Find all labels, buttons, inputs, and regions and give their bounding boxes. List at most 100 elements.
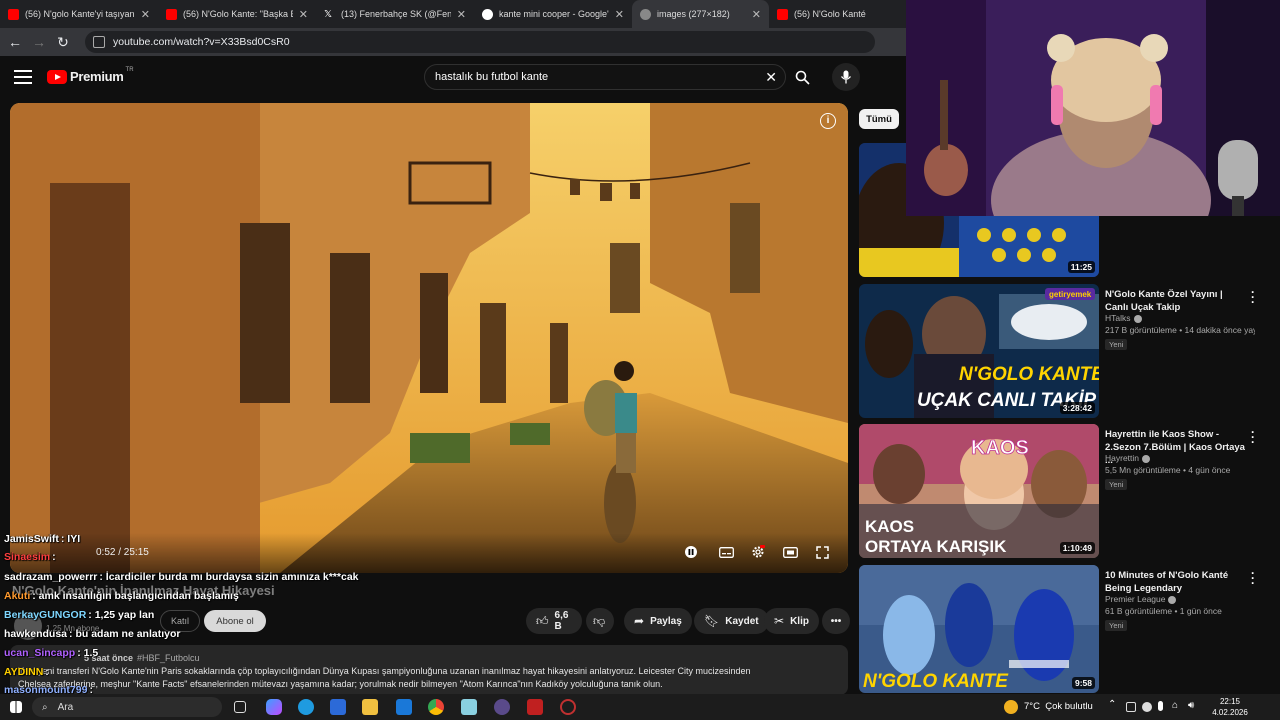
thumbnail-headline: N'GOLO KANTE: [959, 364, 1099, 385]
chat-message: JamisSwift: IYI: [4, 533, 80, 545]
browser-tab[interactable]: (56) N'Golo Kante: "Başka Bir Şe ✕: [158, 0, 316, 28]
save-label: Kaydet: [725, 615, 759, 627]
windows-taskbar: ⌕ Ara 7°C Çok bulutlu ⌃ ⌂ 🔊︎ 22:15 4.02.…: [0, 694, 1280, 720]
subscribe-button[interactable]: Abone ol: [204, 610, 266, 632]
description-box[interactable]: 5 saat önce #HBF_Futbolcu Yeni yeni trans…: [10, 645, 848, 695]
tab-title: images (277×182): [657, 9, 730, 19]
store-icon[interactable]: [330, 699, 346, 715]
description-meta: 5 saat önce #HBF_Futbolcu: [84, 653, 200, 663]
app-icon[interactable]: [560, 699, 576, 715]
video-thumbnail[interactable]: getiryemek N'GOLO KANTE UÇAK CANLI TAKİP…: [859, 284, 1099, 418]
streaming-app-icon[interactable]: [527, 699, 543, 715]
voice-search-button[interactable]: [832, 63, 860, 91]
video-player[interactable]: i 0:52 / 25:15: [10, 103, 848, 573]
tray-app-icon[interactable]: [1142, 702, 1152, 712]
volume-icon[interactable]: 🔊︎: [1188, 700, 1194, 711]
save-button[interactable]: 🔖︎ Kaydet: [694, 608, 769, 634]
tab-close-icon[interactable]: ✕: [299, 8, 308, 21]
recommendation-title[interactable]: 10 Minutes of N'Golo Kanté Being Legenda…: [1105, 569, 1245, 595]
chrome-icon[interactable]: [428, 699, 444, 715]
browser-tab[interactable]: kante mini cooper - Google'da ✕: [474, 0, 632, 28]
theater-mode-icon[interactable]: [781, 544, 799, 560]
channel-name[interactable]: Hayrettin: [1105, 453, 1151, 463]
tab-title: (56) N'golo Kante'yi taşıyan uç: [25, 9, 135, 19]
url-field[interactable]: youtube.com/watch?v=X33Bsd0CsR0: [85, 31, 875, 53]
mail-icon[interactable]: [396, 699, 412, 715]
video-thumbnail[interactable]: KAOS KAOS ORTAYA KARIŞIK 1:10:49: [859, 424, 1099, 558]
more-options-icon[interactable]: · · ·: [1251, 426, 1255, 448]
tray-app-icon[interactable]: [1126, 702, 1136, 712]
info-icon[interactable]: i: [820, 113, 836, 129]
filter-chip-all[interactable]: Tümü: [859, 109, 899, 129]
app-icon[interactable]: [461, 699, 477, 715]
clear-search-icon[interactable]: ✕: [765, 69, 777, 86]
more-options-icon[interactable]: · · ·: [1251, 567, 1255, 589]
share-button[interactable]: ➦ Paylaş: [624, 608, 692, 634]
recommendation-title[interactable]: N'Golo Kante Özel Yayını | Canlı Uçak Ta…: [1105, 288, 1245, 314]
view-stats: 5,5 Mn görüntüleme • 4 gün önce: [1105, 465, 1231, 475]
fullscreen-icon[interactable]: [813, 544, 831, 560]
windows-start-icon[interactable]: [10, 701, 22, 713]
channel-name[interactable]: Premier League: [1105, 594, 1177, 604]
more-options-icon[interactable]: · · ·: [1251, 286, 1255, 308]
back-arrow-icon[interactable]: ←: [3, 30, 27, 54]
site-info-icon[interactable]: [93, 36, 105, 48]
tab-close-icon[interactable]: ✕: [457, 8, 466, 21]
weather-icon[interactable]: [1004, 700, 1018, 714]
menu-icon[interactable]: [14, 70, 32, 84]
browser-tab-strip: (56) N'golo Kante'yi taşıyan uç ✕ (56) N'…: [0, 0, 906, 28]
x-logo-icon: 𝕏: [324, 8, 333, 20]
video-thumbnail[interactable]: N'GOLO KANTE 9:58: [859, 565, 1099, 693]
chat-text: :: [52, 551, 56, 563]
tab-close-icon[interactable]: ✕: [752, 8, 761, 21]
search-input[interactable]: hastalık bu futbol kante ✕: [424, 64, 786, 90]
obs-icon[interactable]: [494, 699, 510, 715]
like-button[interactable]: 👍︎ 6,6 B: [526, 608, 582, 634]
file-explorer-icon[interactable]: [362, 699, 378, 715]
hashtag-link[interactable]: #HBF_Futbolcu: [137, 653, 200, 663]
youtube-premium-logo[interactable]: Premium TR: [47, 67, 134, 84]
tray-chevron-icon[interactable]: ⌃: [1108, 699, 1116, 710]
microphone-icon: [840, 70, 852, 84]
taskbar-search[interactable]: ⌕ Ara: [32, 697, 222, 717]
video-duration: 1:10:49: [1059, 542, 1095, 554]
forward-arrow-icon[interactable]: →: [27, 30, 51, 54]
settings-gear-icon[interactable]: [749, 544, 767, 560]
browser-tab[interactable]: (56) N'Golo Kanté: [769, 0, 906, 28]
search-button[interactable]: [786, 64, 818, 90]
system-clock[interactable]: 22:15 4.02.2026: [1200, 696, 1260, 718]
task-view-icon[interactable]: [234, 701, 246, 713]
subtitles-icon[interactable]: [717, 544, 735, 560]
chat-message: BerkayGUNGOR: 1,25 yap lan: [4, 609, 154, 621]
chat-username: hawkendusa: [4, 628, 68, 640]
copilot-icon[interactable]: [266, 699, 282, 715]
thumbnail-art: KAOS KAOS ORTAYA KARIŞIK: [859, 424, 1099, 558]
tab-title: (56) N'Golo Kante: "Başka Bir Şe: [183, 9, 293, 19]
chat-text: :: [45, 666, 49, 678]
weather-text[interactable]: 7°C Çok bulutlu: [1024, 701, 1093, 712]
browser-tab-active[interactable]: images (277×182) ✕: [632, 0, 769, 28]
dislike-button[interactable]: 👎︎: [586, 608, 614, 634]
youtube-play-icon: [47, 69, 67, 84]
chat-message: ucan_Sincapp: 1.5: [4, 647, 98, 659]
edge-icon[interactable]: [298, 699, 314, 715]
tab-close-icon[interactable]: ✕: [141, 8, 150, 21]
pause-icon[interactable]: [682, 544, 700, 560]
channel-name[interactable]: HTalks: [1105, 313, 1142, 323]
reload-icon[interactable]: ↻: [51, 30, 75, 54]
tab-close-icon[interactable]: ✕: [615, 8, 624, 21]
new-badge: Yeni: [1105, 620, 1128, 631]
recommendation-card[interactable]: N'GOLO KANTE 9:58 10 Minutes of N'Golo K…: [859, 565, 1269, 693]
tab-favicon-icon: [166, 8, 177, 20]
chat-text: : İcardiciler burda mı burdaysa sizin am…: [99, 571, 359, 583]
browser-tab[interactable]: 𝕏 (13) Fenerbahçe SK (@Fenerbah ✕: [316, 0, 474, 28]
network-icon[interactable]: ⌂: [1172, 700, 1178, 711]
clip-button[interactable]: ✂ Klip: [764, 608, 819, 634]
recommendation-card[interactable]: getiryemek N'GOLO KANTE UÇAK CANLI TAKİP…: [859, 284, 1269, 418]
browser-tab[interactable]: (56) N'golo Kante'yi taşıyan uç ✕: [0, 0, 158, 28]
microphone-icon[interactable]: [1158, 701, 1163, 711]
recommendation-card[interactable]: KAOS KAOS ORTAYA KARIŞIK 1:10:49 Hayrett…: [859, 424, 1269, 558]
more-actions-button[interactable]: •••: [822, 608, 850, 634]
logo-text: Premium: [70, 69, 124, 84]
chat-username: JamisSwift: [4, 533, 59, 545]
